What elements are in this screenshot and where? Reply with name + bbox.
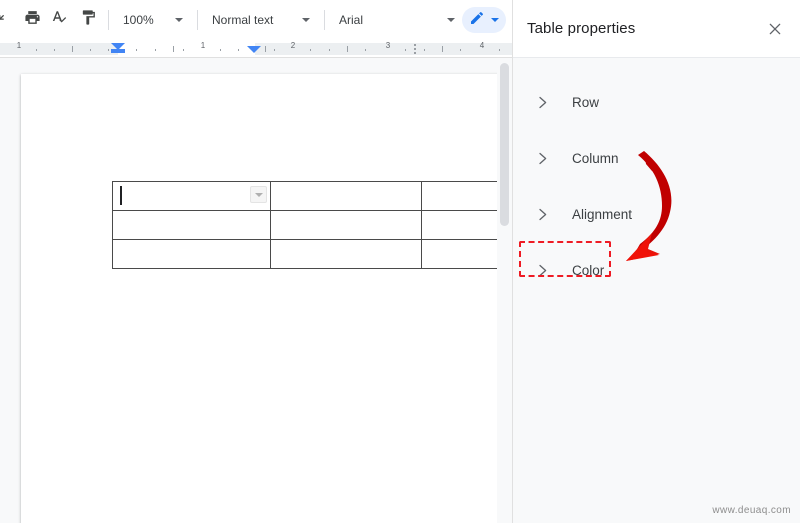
ruler-number: 1 [200,41,206,50]
panel-item-label: Color [572,262,605,278]
chevron-down-icon [302,18,310,22]
pencil-icon [469,10,485,31]
paragraph-style-selector[interactable]: Normal text [204,6,318,34]
tab-stop-marker[interactable] [414,44,416,46]
panel-item-color[interactable]: Color [513,242,800,298]
vertical-scrollbar-track[interactable] [497,58,512,523]
chevron-down-icon [491,18,499,22]
panel-item-label: Alignment [572,206,633,222]
table-row[interactable] [112,181,512,211]
table-row[interactable] [112,239,512,269]
table-cell[interactable] [112,181,271,211]
paint-format-button[interactable] [74,6,102,34]
undo-icon [0,11,12,30]
table-cell[interactable] [112,210,271,240]
ruler-text-area [118,43,255,55]
panel-item-alignment[interactable]: Alignment [513,186,800,242]
spellcheck-button[interactable] [46,6,74,34]
table-row[interactable] [112,210,512,240]
table-cell[interactable] [270,210,422,240]
text-cursor [120,186,122,205]
paint-format-icon [80,9,97,31]
toolbar-separator-1 [108,10,109,30]
document-scroll-area[interactable] [0,57,512,523]
table-cell[interactable] [270,181,422,211]
print-button[interactable] [18,6,46,34]
panel-item-column[interactable]: Column [513,130,800,186]
google-docs-window: 100% Normal text Arial ⋯ [0,0,800,523]
font-selector[interactable]: Arial [331,6,463,34]
ruler[interactable]: 1 1 2 3 4 [0,40,512,57]
first-line-indent-marker[interactable] [111,49,125,53]
paragraph-style-value: Normal text [212,13,274,27]
vertical-scrollbar-thumb[interactable] [500,63,509,226]
chevron-right-icon [530,258,554,282]
document-table[interactable] [112,181,512,269]
chevron-right-icon [530,90,554,114]
close-icon[interactable] [762,16,788,42]
chevron-right-icon [530,146,554,170]
panel-header: Table properties [513,0,800,58]
cell-dropdown-icon[interactable] [250,186,267,203]
ruler-number: 1 [16,41,22,50]
editing-mode-button[interactable] [462,7,506,33]
document-page[interactable] [21,74,512,523]
panel-section-list: Row Column Alignment Color [513,58,800,298]
toolbar: 100% Normal text Arial ⋯ [0,0,512,40]
zoom-value: 100% [123,13,154,27]
right-indent-marker[interactable] [247,46,261,53]
zoom-selector[interactable]: 100% [115,6,191,34]
tab-stop-marker[interactable] [414,52,416,54]
font-value: Arial [339,13,364,27]
watermark: www.deuaq.com [712,505,791,516]
print-icon [24,9,41,31]
ruler-number: 2 [290,41,296,50]
table-properties-panel: Table properties Row Column Alignment Co… [512,0,800,523]
ruler-number: 4 [479,41,485,50]
chevron-right-icon [530,202,554,226]
panel-item-label: Row [572,94,600,110]
panel-item-row[interactable]: Row [513,74,800,130]
chevron-down-icon [447,18,455,22]
tab-stop-marker[interactable] [414,48,416,50]
chevron-down-icon [175,18,183,22]
spellcheck-icon [51,9,69,32]
table-cell[interactable] [112,239,271,269]
ruler-number: 3 [385,41,391,50]
undo-button[interactable] [0,6,12,34]
panel-title: Table properties [527,20,636,37]
toolbar-separator-3 [324,10,325,30]
panel-item-label: Column [572,150,619,166]
toolbar-separator-2 [197,10,198,30]
table-cell[interactable] [270,239,422,269]
